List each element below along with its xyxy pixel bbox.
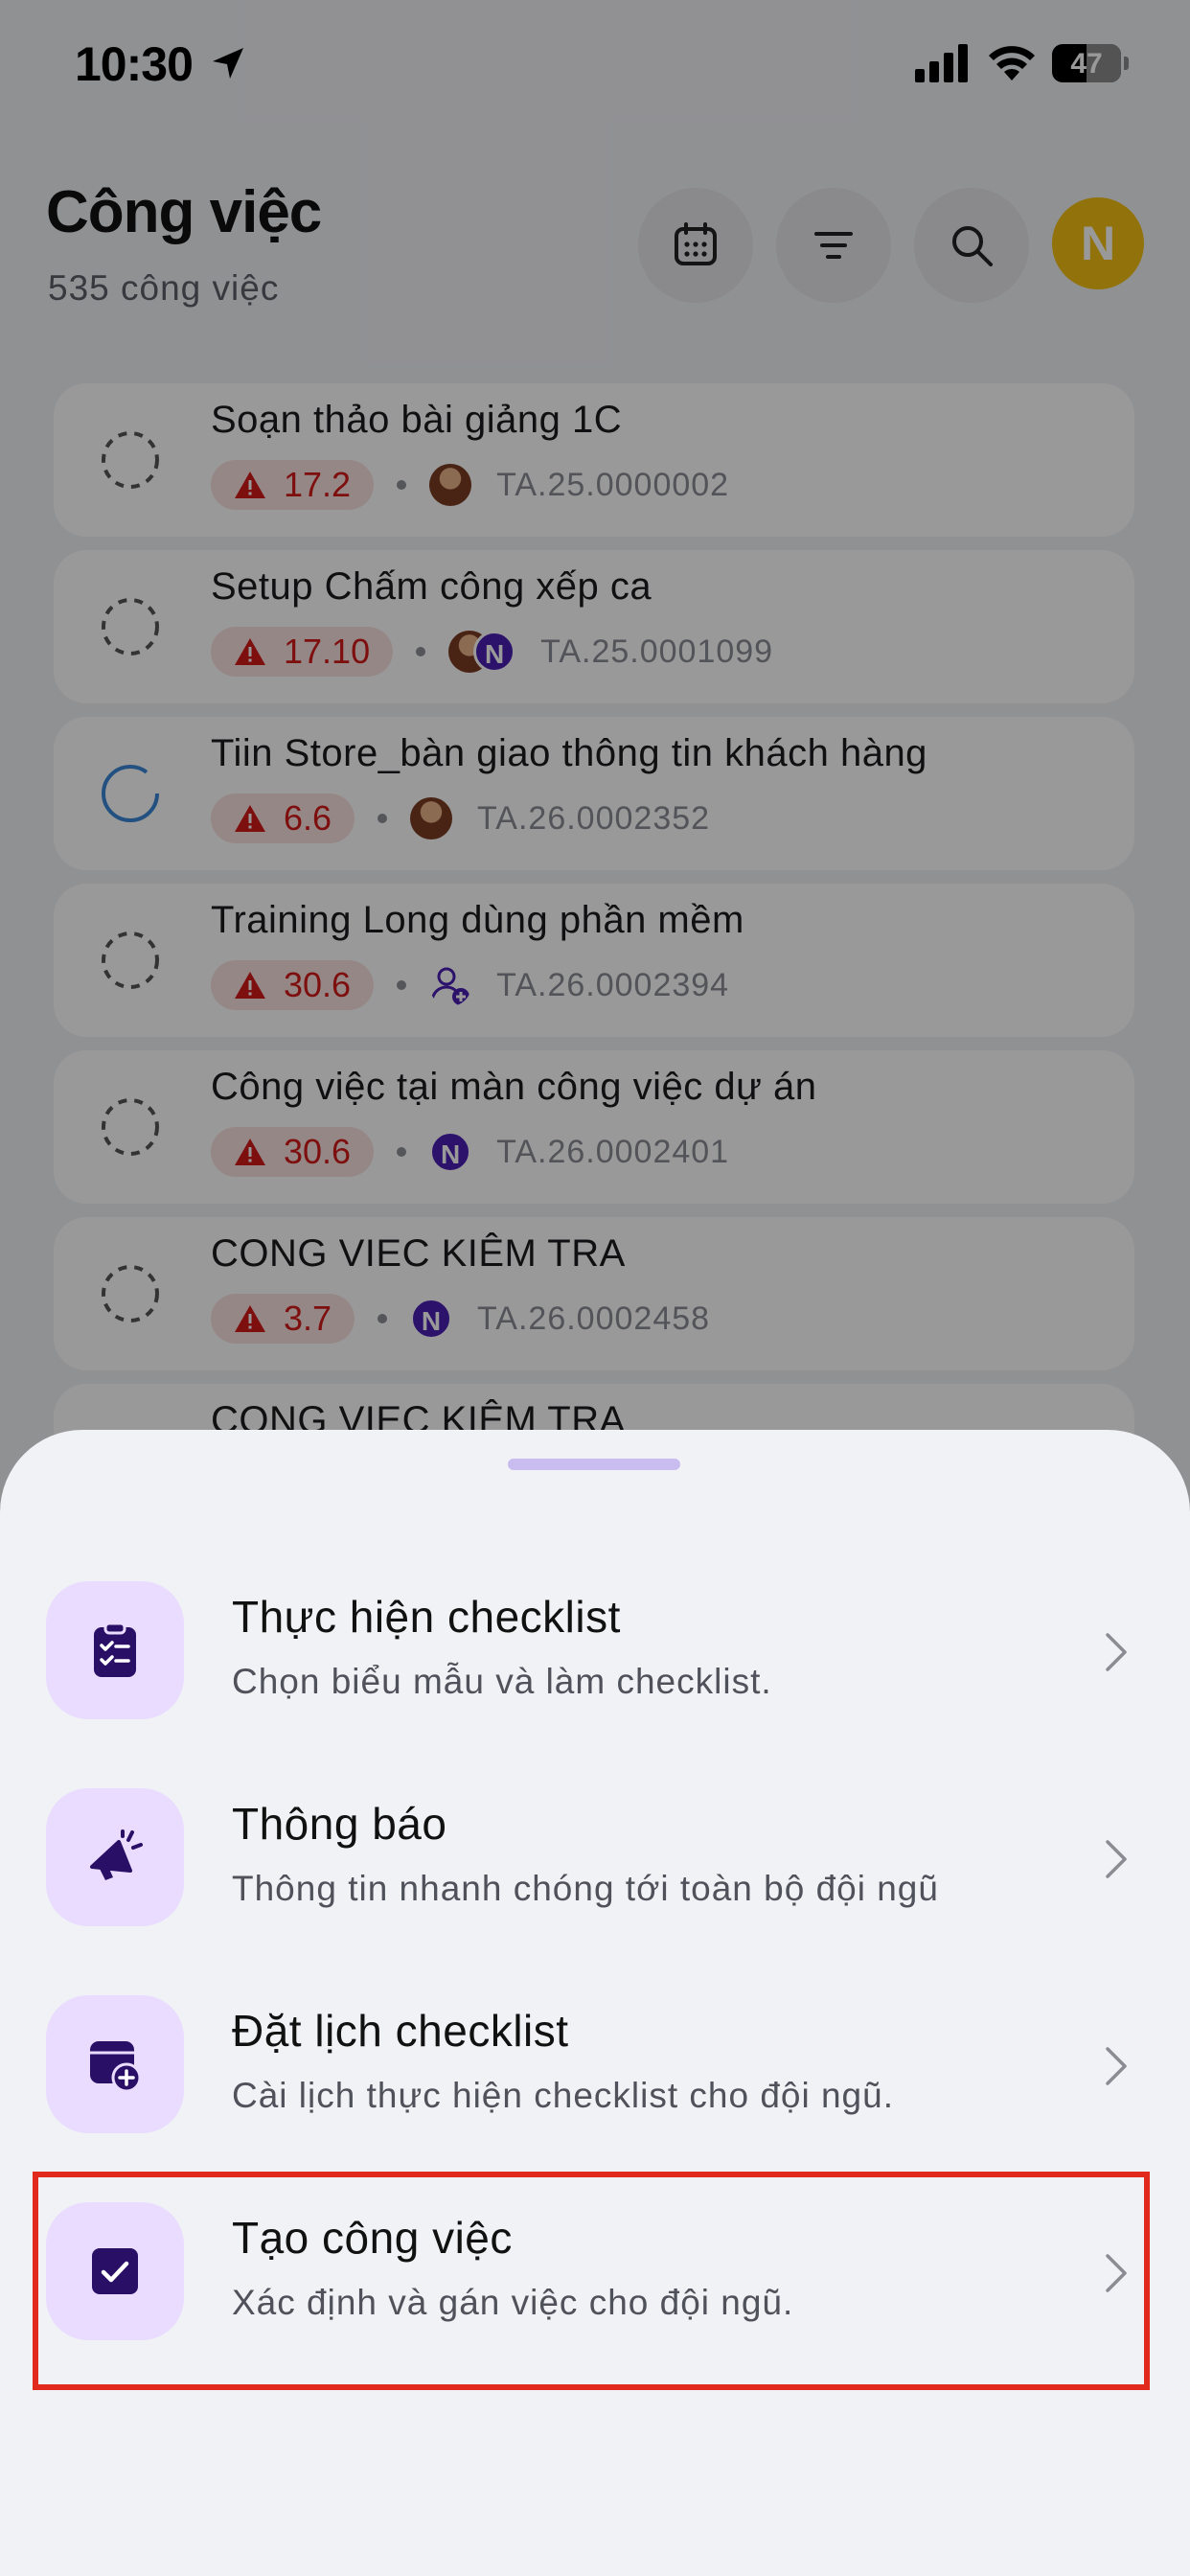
option-title: Thực hiện checklist bbox=[232, 1592, 621, 1642]
chevron-right-icon bbox=[1106, 1633, 1127, 1671]
option-announcement[interactable]: Thông báo Thông tin nhanh chóng tới toàn… bbox=[0, 1756, 1190, 1947]
option-subtitle: Chọn biểu mẫu và làm checklist. bbox=[232, 1662, 772, 1701]
highlight-box bbox=[33, 2172, 1150, 2390]
chevron-right-icon bbox=[1106, 1840, 1127, 1878]
megaphone-icon bbox=[90, 1829, 143, 1880]
action-sheet: Thực hiện checklist Chọn biểu mẫu và làm… bbox=[0, 1430, 1190, 2576]
calendar-add-icon bbox=[90, 2041, 142, 2093]
option-icon-tile bbox=[46, 1581, 184, 1719]
option-schedule-checklist[interactable]: Đặt lịch checklist Cài lịch thực hiện ch… bbox=[0, 1963, 1190, 2154]
option-title: Đặt lịch checklist bbox=[232, 2006, 569, 2056]
option-title: Thông báo bbox=[232, 1799, 447, 1849]
clipboard-checklist-icon bbox=[94, 1622, 136, 1677]
option-icon-tile bbox=[46, 1995, 184, 2133]
chevron-right-icon bbox=[1106, 2047, 1127, 2085]
sheet-drag-handle[interactable] bbox=[508, 1459, 680, 1470]
option-subtitle: Thông tin nhanh chóng tới toàn bộ đội ng… bbox=[232, 1869, 939, 1908]
option-do-checklist[interactable]: Thực hiện checklist Chọn biểu mẫu và làm… bbox=[0, 1549, 1190, 1740]
option-subtitle: Cài lịch thực hiện checklist cho đội ngũ… bbox=[232, 2076, 894, 2115]
option-icon-tile bbox=[46, 1788, 184, 1926]
